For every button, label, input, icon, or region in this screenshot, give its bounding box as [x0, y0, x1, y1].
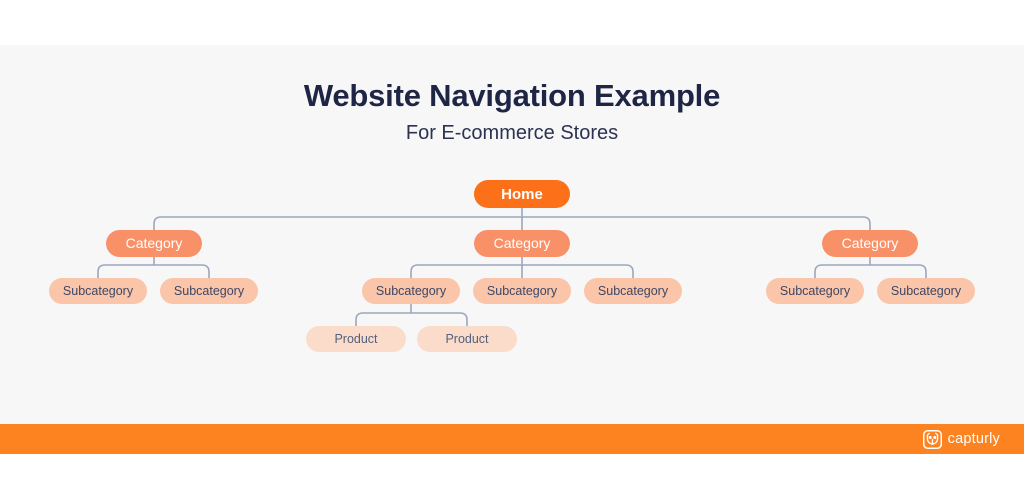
brand: capturly: [922, 424, 1000, 454]
tree-node-sub7[interactable]: Subcategory: [877, 278, 975, 304]
tree-node-prod1[interactable]: Product: [306, 326, 406, 352]
tree-node-cat2[interactable]: Category: [474, 229, 570, 257]
tree-node-label: Subcategory: [597, 284, 669, 298]
tree-node-sub2[interactable]: Subcategory: [160, 278, 258, 304]
tree-node-label: Category: [493, 235, 551, 251]
tree-node-label: Home: [501, 185, 543, 203]
tree-node-label: Subcategory: [173, 284, 245, 298]
tree-node-label: Subcategory: [779, 284, 851, 298]
tree-node-prod2[interactable]: Product: [417, 326, 517, 352]
tree-node-label: Subcategory: [890, 284, 962, 298]
tree-node-cat1[interactable]: Category: [106, 229, 202, 257]
brand-name: capturly: [947, 431, 1000, 447]
tree-node-label: Subcategory: [486, 284, 558, 298]
tree-node-label: Product: [445, 332, 489, 346]
owl-icon: [922, 429, 942, 449]
footer-bar: capturly: [0, 424, 1024, 454]
diagram-page: Website Navigation Example For E-commerc…: [0, 0, 1024, 500]
tree-node-home[interactable]: Home: [474, 180, 570, 208]
tree-node-label: Category: [841, 235, 899, 251]
tree-node-label: Subcategory: [375, 284, 447, 298]
tree-node-sub1[interactable]: Subcategory: [49, 278, 147, 304]
tree-node-sub3[interactable]: Subcategory: [362, 278, 460, 304]
tree-node-label: Product: [334, 332, 378, 346]
tree-node-sub6[interactable]: Subcategory: [766, 278, 864, 304]
tree-node-label: Category: [125, 235, 183, 251]
tree-node-sub5[interactable]: Subcategory: [584, 278, 682, 304]
tree-node-sub4[interactable]: Subcategory: [473, 278, 571, 304]
tree-node-cat3[interactable]: Category: [822, 229, 918, 257]
tree-node-label: Subcategory: [62, 284, 134, 298]
